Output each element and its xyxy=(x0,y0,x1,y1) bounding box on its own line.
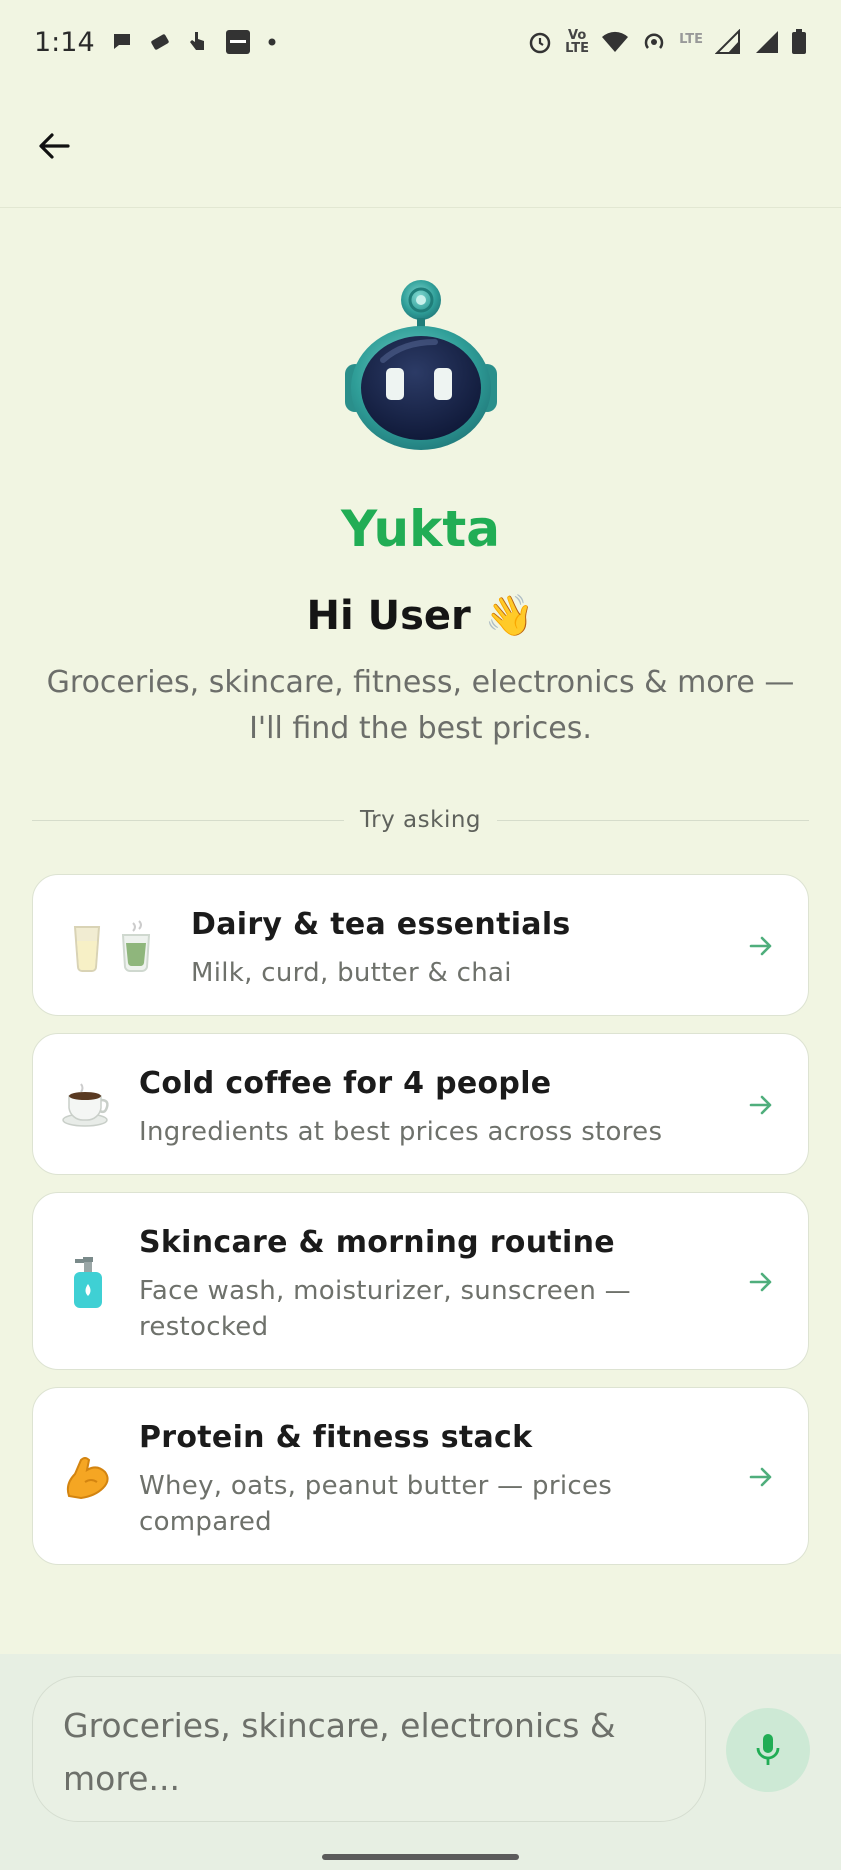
chat-bubble-icon xyxy=(113,34,130,49)
arrow-right-icon xyxy=(749,1467,772,1487)
card-title: Skincare & morning routine xyxy=(139,1225,615,1260)
card-subtitle: Face wash, moisturizer, sunscreen — rest… xyxy=(139,1276,631,1342)
chat-input-box[interactable] xyxy=(32,1676,706,1822)
battery-icon xyxy=(792,29,806,54)
signal-icon xyxy=(715,29,740,54)
lte-label: LTE xyxy=(679,32,703,47)
ticket-icon xyxy=(150,34,169,50)
status-right: Vo LTE LTE xyxy=(527,29,807,55)
back-button[interactable] xyxy=(30,122,78,170)
microphone-icon xyxy=(756,1734,780,1765)
dot-icon xyxy=(268,38,276,46)
arrow-right-icon xyxy=(749,1272,772,1292)
alarm-icon xyxy=(529,32,551,54)
brand-name: Yukta xyxy=(340,500,501,558)
hand-tap-icon xyxy=(189,32,204,50)
card-title: Cold coffee for 4 people xyxy=(139,1066,552,1101)
divider-label: Try asking xyxy=(360,807,482,833)
try-asking-divider: Try asking xyxy=(32,802,810,838)
card-title: Protein & fitness stack xyxy=(139,1420,533,1455)
divider-line-left xyxy=(32,819,344,821)
arrow-left-icon xyxy=(39,133,70,159)
divider-line-right xyxy=(497,819,810,821)
suggestion-card-cold-coffee[interactable]: Cold coffee for 4 people Ingredients at … xyxy=(32,1033,809,1175)
status-bar: 1:14 Vo LTE LTE xyxy=(0,0,841,84)
wifi-icon xyxy=(602,31,629,52)
coffee-cup-icon xyxy=(61,1080,113,1130)
suggestion-card-skincare[interactable]: Skincare & morning routine Face wash, mo… xyxy=(32,1192,809,1370)
home-indicator[interactable] xyxy=(322,1854,519,1860)
card-title: Dairy & tea essentials xyxy=(191,907,571,942)
card-subtitle: Ingredients at best prices across stores xyxy=(139,1117,663,1147)
lotion-bottle-icon xyxy=(71,1257,105,1309)
flexed-bicep-icon xyxy=(63,1454,111,1502)
signal-roaming-icon xyxy=(756,31,778,53)
status-left: 1:14 xyxy=(34,27,277,58)
robot-avatar xyxy=(345,280,497,450)
status-time: 1:14 xyxy=(34,26,95,58)
top-app-bar xyxy=(0,84,841,208)
greeting: Hi User 👋 xyxy=(306,593,535,639)
card-subtitle: Milk, curd, butter & chai xyxy=(191,958,512,988)
arrow-right-icon xyxy=(749,936,772,956)
volte-label: Vo LTE xyxy=(565,28,590,56)
hero-subtitle: Groceries, skincare, fitness, electronic… xyxy=(46,665,795,746)
mic-button[interactable] xyxy=(726,1708,810,1792)
milk-tea-icon xyxy=(67,919,177,975)
arrow-right-icon xyxy=(749,1095,772,1115)
hotspot-icon xyxy=(644,33,664,49)
suggestion-card-protein[interactable]: Protein & fitness stack Whey, oats, pean… xyxy=(32,1387,809,1565)
suggestion-card-dairy[interactable]: Dairy & tea essentials Milk, curd, butte… xyxy=(32,874,809,1016)
card-subtitle: Whey, oats, peanut butter — prices compa… xyxy=(139,1471,613,1537)
chat-input[interactable] xyxy=(61,1697,685,1811)
paytm-icon xyxy=(225,30,250,54)
